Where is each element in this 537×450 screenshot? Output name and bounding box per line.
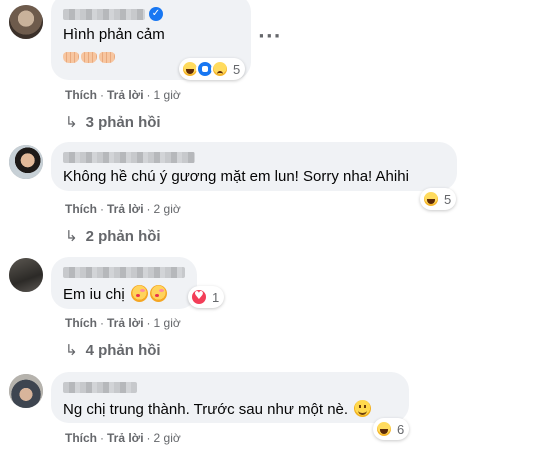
avatar[interactable] xyxy=(9,374,43,408)
comment-text: Ng chị trung thành. Trước sau như một nè… xyxy=(63,400,372,418)
comment-text-content: Ng chị trung thành. Trước sau như một nè… xyxy=(63,401,349,418)
like-button[interactable]: Thích xyxy=(65,431,97,445)
timestamp[interactable]: 1 giờ xyxy=(154,316,181,330)
replies-count-label: 4 phản hồi xyxy=(85,342,161,359)
comment-text: Hình phản cảm xyxy=(63,26,165,43)
reaction-count: 5 xyxy=(444,191,452,207)
timestamp[interactable]: 2 giờ xyxy=(154,431,181,445)
comment-actions: Thích · Trả lời · 1 giờ xyxy=(65,88,181,102)
timestamp[interactable]: 2 giờ xyxy=(154,202,181,216)
reply-button[interactable]: Trả lời xyxy=(107,202,144,216)
reactions-summary[interactable]: 5 xyxy=(420,188,457,210)
view-replies-link[interactable]: ↳ 3 phản hồi xyxy=(65,113,161,131)
fist-icon xyxy=(63,52,79,63)
replies-count-label: 3 phản hồi xyxy=(85,114,161,131)
comment-actions: Thích · Trả lời · 2 giờ xyxy=(65,202,181,216)
reaction-count: 1 xyxy=(212,289,220,305)
reactions-summary[interactable]: 5 xyxy=(179,58,246,80)
view-replies-link[interactable]: ↳ 4 phản hồi xyxy=(65,341,161,359)
reply-button[interactable]: Trả lời xyxy=(107,316,144,330)
smiling-face-icon xyxy=(354,400,372,417)
comment-actions: Thích · Trả lời · 2 giờ xyxy=(65,431,181,445)
author-name-redacted[interactable] xyxy=(63,382,137,393)
comment-bubble: Ng chị trung thành. Trước sau như một nè… xyxy=(51,372,409,423)
timestamp[interactable]: 1 giờ xyxy=(154,88,181,102)
author-name-redacted[interactable] xyxy=(63,152,195,163)
more-options-icon[interactable]: ··· xyxy=(258,28,282,46)
avatar[interactable] xyxy=(9,145,43,179)
author-name-redacted[interactable] xyxy=(63,267,185,278)
reply-arrow-icon: ↳ xyxy=(65,341,78,359)
fist-emoji-row xyxy=(63,52,117,63)
kissing-face-icon xyxy=(149,285,167,302)
reply-button[interactable]: Trả lời xyxy=(107,431,144,445)
avatar[interactable] xyxy=(9,258,43,292)
love-reaction-icon xyxy=(190,288,208,306)
like-button[interactable]: Thích xyxy=(65,202,97,216)
comment-bubble: Em iu chị xyxy=(51,257,197,309)
comment-text: Không hề chú ý gương mặt em lun! Sorry n… xyxy=(63,168,409,185)
haha-reaction-icon xyxy=(422,190,440,208)
avatar[interactable] xyxy=(9,5,43,39)
reaction-count: 5 xyxy=(233,61,241,77)
reply-arrow-icon: ↳ xyxy=(65,113,78,131)
reactions-summary[interactable]: 6 xyxy=(373,418,410,440)
kissing-face-icon xyxy=(130,285,148,302)
comment-text-content: Em iu chị xyxy=(63,286,125,303)
like-button[interactable]: Thích xyxy=(65,88,97,102)
fist-icon xyxy=(99,52,115,63)
sad-reaction-icon xyxy=(211,60,229,78)
reaction-count: 6 xyxy=(397,421,405,437)
comment-actions: Thích · Trả lời · 1 giờ xyxy=(65,316,181,330)
verified-badge-icon: ✓ xyxy=(149,7,163,21)
haha-reaction-icon xyxy=(375,420,393,438)
author-name-redacted[interactable] xyxy=(63,9,145,20)
replies-count-label: 2 phản hồi xyxy=(85,228,161,245)
comment-bubble: Không hề chú ý gương mặt em lun! Sorry n… xyxy=(51,142,457,191)
reply-button[interactable]: Trả lời xyxy=(107,88,144,102)
view-replies-link[interactable]: ↳ 2 phản hồi xyxy=(65,227,161,245)
reactions-summary[interactable]: 1 xyxy=(188,286,225,308)
comment-text: Em iu chị xyxy=(63,285,167,303)
like-button[interactable]: Thích xyxy=(65,316,97,330)
fist-icon xyxy=(81,52,97,63)
reply-arrow-icon: ↳ xyxy=(65,227,78,245)
